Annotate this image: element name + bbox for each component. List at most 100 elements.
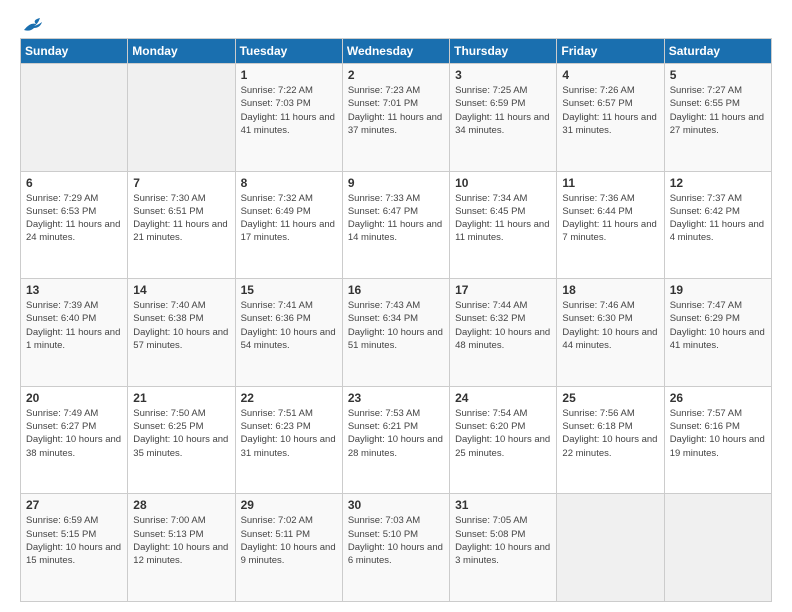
day-number: 2 <box>348 68 444 82</box>
header <box>20 16 772 34</box>
day-number: 13 <box>26 283 122 297</box>
calendar-cell: 1 Sunrise: 7:22 AMSunset: 7:03 PMDaylight… <box>235 64 342 172</box>
day-info: Sunrise: 7:56 AMSunset: 6:18 PMDaylight:… <box>562 407 658 460</box>
weekday-header-monday: Monday <box>128 39 235 64</box>
day-info: Sunrise: 7:40 AMSunset: 6:38 PMDaylight:… <box>133 299 229 352</box>
calendar-cell: 28 Sunrise: 7:00 AMSunset: 5:13 PMDayligh… <box>128 494 235 602</box>
calendar-week-2: 6 Sunrise: 7:29 AMSunset: 6:53 PMDaylight… <box>21 171 772 279</box>
calendar-cell: 4Sunrise: 7:26 AMSunset: 6:57 PMDaylight… <box>557 64 664 172</box>
day-number: 22 <box>241 391 337 405</box>
day-info: Sunrise: 7:22 AMSunset: 7:03 PMDaylight:… <box>241 84 337 137</box>
day-number: 15 <box>241 283 337 297</box>
calendar-cell: 9 Sunrise: 7:33 AMSunset: 6:47 PMDaylight… <box>342 171 449 279</box>
weekday-header-thursday: Thursday <box>450 39 557 64</box>
calendar-cell: 20 Sunrise: 7:49 AMSunset: 6:27 PMDayligh… <box>21 386 128 494</box>
calendar-week-3: 13 Sunrise: 7:39 AMSunset: 6:40 PMDayligh… <box>21 279 772 387</box>
day-number: 20 <box>26 391 122 405</box>
day-info: Sunrise: 7:05 AMSunset: 5:08 PMDaylight:… <box>455 514 551 567</box>
calendar-cell: 16 Sunrise: 7:43 AMSunset: 6:34 PMDayligh… <box>342 279 449 387</box>
day-info: Sunrise: 7:02 AMSunset: 5:11 PMDaylight:… <box>241 514 337 567</box>
day-info: Sunrise: 7:51 AMSunset: 6:23 PMDaylight:… <box>241 407 337 460</box>
calendar-cell: 15 Sunrise: 7:41 AMSunset: 6:36 PMDayligh… <box>235 279 342 387</box>
day-number: 14 <box>133 283 229 297</box>
day-number: 7 <box>133 176 229 190</box>
calendar-cell: 10Sunrise: 7:34 AMSunset: 6:45 PMDayligh… <box>450 171 557 279</box>
day-number: 11 <box>562 176 658 190</box>
day-number: 6 <box>26 176 122 190</box>
calendar-cell: 21Sunrise: 7:50 AMSunset: 6:25 PMDayligh… <box>128 386 235 494</box>
day-info: Sunrise: 7:37 AMSunset: 6:42 PMDaylight:… <box>670 192 766 245</box>
day-info: Sunrise: 7:36 AMSunset: 6:44 PMDaylight:… <box>562 192 658 245</box>
day-number: 28 <box>133 498 229 512</box>
day-info: Sunrise: 7:57 AMSunset: 6:16 PMDaylight:… <box>670 407 766 460</box>
day-number: 16 <box>348 283 444 297</box>
calendar-cell: 13 Sunrise: 7:39 AMSunset: 6:40 PMDayligh… <box>21 279 128 387</box>
day-info: Sunrise: 7:27 AMSunset: 6:55 PMDaylight:… <box>670 84 766 137</box>
day-number: 26 <box>670 391 766 405</box>
calendar-cell: 5 Sunrise: 7:27 AMSunset: 6:55 PMDaylight… <box>664 64 771 172</box>
calendar-table: SundayMondayTuesdayWednesdayThursdayFrid… <box>20 38 772 602</box>
calendar-cell: 27 Sunrise: 6:59 AMSunset: 5:15 PMDayligh… <box>21 494 128 602</box>
day-info: Sunrise: 7:32 AMSunset: 6:49 PMDaylight:… <box>241 192 337 245</box>
day-number: 4 <box>562 68 658 82</box>
day-number: 10 <box>455 176 551 190</box>
weekday-header-row: SundayMondayTuesdayWednesdayThursdayFrid… <box>21 39 772 64</box>
calendar-cell: 19 Sunrise: 7:47 AMSunset: 6:29 PMDayligh… <box>664 279 771 387</box>
day-info: Sunrise: 7:23 AMSunset: 7:01 PMDaylight:… <box>348 84 444 137</box>
calendar-cell <box>664 494 771 602</box>
logo <box>20 16 44 34</box>
calendar-cell: 2 Sunrise: 7:23 AMSunset: 7:01 PMDaylight… <box>342 64 449 172</box>
day-number: 17 <box>455 283 551 297</box>
calendar-cell: 11 Sunrise: 7:36 AMSunset: 6:44 PMDayligh… <box>557 171 664 279</box>
day-info: Sunrise: 7:46 AMSunset: 6:30 PMDaylight:… <box>562 299 658 352</box>
calendar-cell: 6 Sunrise: 7:29 AMSunset: 6:53 PMDaylight… <box>21 171 128 279</box>
day-info: Sunrise: 7:49 AMSunset: 6:27 PMDaylight:… <box>26 407 122 460</box>
page: SundayMondayTuesdayWednesdayThursdayFrid… <box>0 0 792 612</box>
day-info: Sunrise: 7:47 AMSunset: 6:29 PMDaylight:… <box>670 299 766 352</box>
day-info: Sunrise: 7:33 AMSunset: 6:47 PMDaylight:… <box>348 192 444 245</box>
day-info: Sunrise: 7:41 AMSunset: 6:36 PMDaylight:… <box>241 299 337 352</box>
day-number: 18 <box>562 283 658 297</box>
day-info: Sunrise: 7:39 AMSunset: 6:40 PMDaylight:… <box>26 299 122 352</box>
day-number: 1 <box>241 68 337 82</box>
calendar-cell: 30 Sunrise: 7:03 AMSunset: 5:10 PMDayligh… <box>342 494 449 602</box>
calendar-cell: 26 Sunrise: 7:57 AMSunset: 6:16 PMDayligh… <box>664 386 771 494</box>
day-info: Sunrise: 7:43 AMSunset: 6:34 PMDaylight:… <box>348 299 444 352</box>
calendar-cell: 3Sunrise: 7:25 AMSunset: 6:59 PMDaylight… <box>450 64 557 172</box>
weekday-header-friday: Friday <box>557 39 664 64</box>
day-number: 27 <box>26 498 122 512</box>
day-number: 25 <box>562 391 658 405</box>
calendar-cell: 23Sunrise: 7:53 AMSunset: 6:21 PMDayligh… <box>342 386 449 494</box>
logo-bird-icon <box>22 16 44 34</box>
day-number: 8 <box>241 176 337 190</box>
calendar-cell <box>128 64 235 172</box>
calendar-cell: 25 Sunrise: 7:56 AMSunset: 6:18 PMDayligh… <box>557 386 664 494</box>
calendar-cell: 31Sunrise: 7:05 AMSunset: 5:08 PMDayligh… <box>450 494 557 602</box>
day-number: 24 <box>455 391 551 405</box>
day-number: 3 <box>455 68 551 82</box>
day-info: Sunrise: 7:53 AMSunset: 6:21 PMDaylight:… <box>348 407 444 460</box>
day-number: 19 <box>670 283 766 297</box>
day-info: Sunrise: 7:30 AMSunset: 6:51 PMDaylight:… <box>133 192 229 245</box>
day-number: 21 <box>133 391 229 405</box>
day-number: 29 <box>241 498 337 512</box>
day-number: 30 <box>348 498 444 512</box>
day-info: Sunrise: 7:29 AMSunset: 6:53 PMDaylight:… <box>26 192 122 245</box>
day-info: Sunrise: 7:44 AMSunset: 6:32 PMDaylight:… <box>455 299 551 352</box>
calendar-cell <box>557 494 664 602</box>
calendar-cell: 22 Sunrise: 7:51 AMSunset: 6:23 PMDayligh… <box>235 386 342 494</box>
day-info: Sunrise: 7:00 AMSunset: 5:13 PMDaylight:… <box>133 514 229 567</box>
calendar-week-1: 1 Sunrise: 7:22 AMSunset: 7:03 PMDaylight… <box>21 64 772 172</box>
day-info: Sunrise: 7:54 AMSunset: 6:20 PMDaylight:… <box>455 407 551 460</box>
weekday-header-tuesday: Tuesday <box>235 39 342 64</box>
weekday-header-wednesday: Wednesday <box>342 39 449 64</box>
day-number: 9 <box>348 176 444 190</box>
day-info: Sunrise: 6:59 AMSunset: 5:15 PMDaylight:… <box>26 514 122 567</box>
calendar-cell <box>21 64 128 172</box>
calendar-cell: 8 Sunrise: 7:32 AMSunset: 6:49 PMDaylight… <box>235 171 342 279</box>
weekday-header-saturday: Saturday <box>664 39 771 64</box>
calendar-week-5: 27 Sunrise: 6:59 AMSunset: 5:15 PMDayligh… <box>21 494 772 602</box>
calendar-cell: 18 Sunrise: 7:46 AMSunset: 6:30 PMDayligh… <box>557 279 664 387</box>
day-number: 5 <box>670 68 766 82</box>
day-info: Sunrise: 7:03 AMSunset: 5:10 PMDaylight:… <box>348 514 444 567</box>
